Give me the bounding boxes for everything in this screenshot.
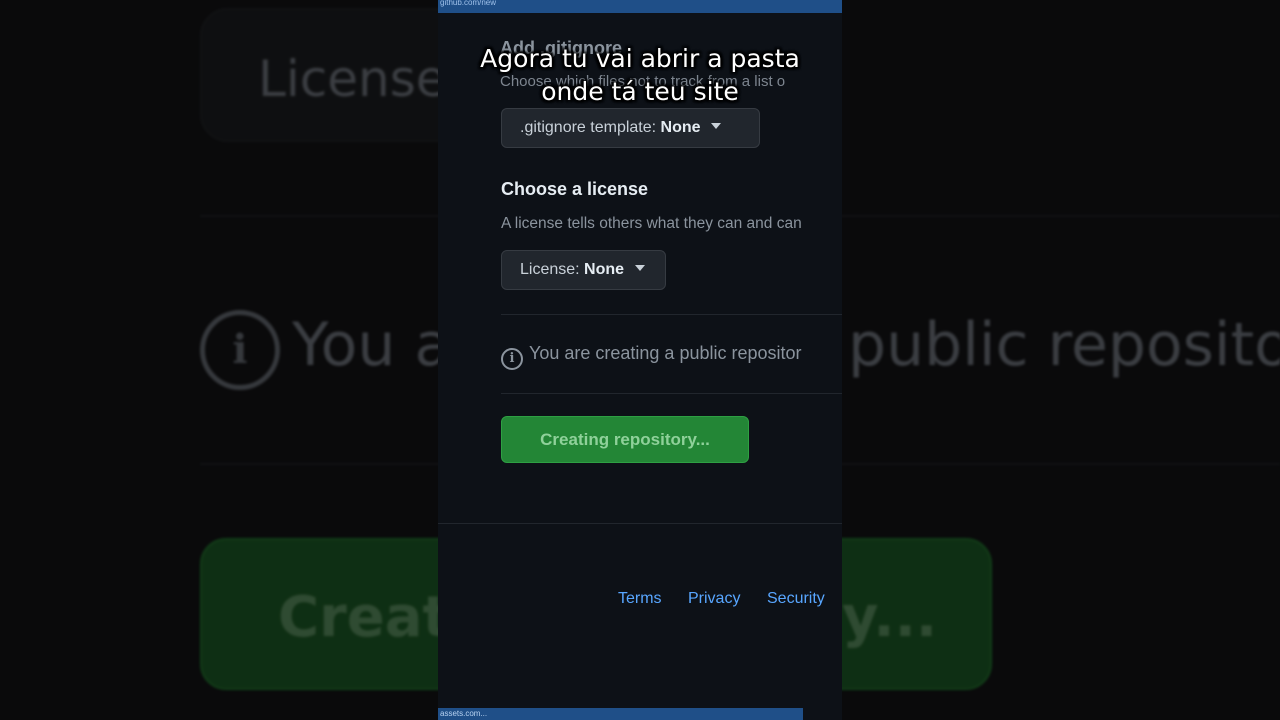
footer-link-privacy[interactable]: Privacy (688, 590, 740, 608)
create-repository-button[interactable]: Creating repository... (501, 416, 749, 463)
gitignore-dropdown-value: None (660, 119, 701, 136)
license-heading: Choose a license (501, 179, 649, 199)
main-column: github.com/new Add .gitignore Choose whi… (438, 0, 842, 720)
license-description: A license tells others what they can and… (501, 215, 802, 232)
caret-down-icon (634, 264, 645, 271)
license-dropdown-value: None (584, 261, 625, 278)
caption-line-2: onde tá teu site (541, 77, 739, 106)
footer-link-terms[interactable]: Terms (618, 590, 662, 608)
bg-license-text: License (258, 50, 447, 108)
bg-info-icon: i (200, 310, 280, 390)
bg-notice-text-right: public repositor (848, 310, 1280, 380)
footer-link-security[interactable]: Security (767, 590, 825, 608)
caret-down-icon (710, 122, 721, 129)
divider (501, 393, 842, 394)
bg-notice-text-left: You a (292, 310, 452, 380)
license-dropdown[interactable]: License: None (501, 250, 666, 290)
video-caption: Agora tu vai abrir a pasta onde tá teu s… (438, 42, 842, 108)
caption-line-1: Agora tu vai abrir a pasta (480, 44, 800, 73)
public-repo-notice-text: You are creating a public repositor (529, 343, 802, 363)
bg-create-text-left: Creat (278, 585, 450, 650)
info-icon: i (501, 348, 523, 370)
license-dropdown-label: License: (520, 261, 580, 278)
url-bar[interactable]: github.com/new (438, 0, 842, 13)
divider (501, 314, 842, 315)
bg-create-text-right: y... (842, 585, 938, 650)
browser-status-bar: assets.com... (438, 708, 803, 720)
footer-divider (438, 523, 842, 524)
gitignore-template-dropdown[interactable]: .gitignore template: None (501, 108, 760, 148)
public-repo-notice: i You are creating a public repositor (501, 343, 802, 370)
gitignore-dropdown-label: .gitignore template: (520, 119, 657, 136)
